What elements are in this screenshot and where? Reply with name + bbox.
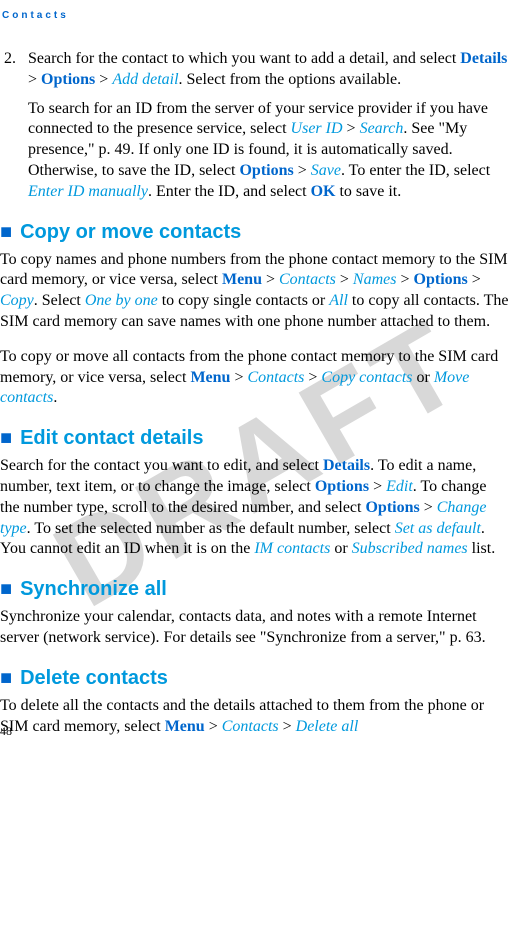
details-label: Details <box>323 457 370 474</box>
options-label: Options <box>365 499 419 516</box>
enterid-label: Enter ID manually <box>28 183 148 200</box>
section-marker-icon: ■ <box>0 667 12 689</box>
search-label: Search <box>360 120 404 137</box>
copycontacts-label: Copy contacts <box>321 369 412 386</box>
contacts-label: Contacts <box>247 369 304 386</box>
all-label: All <box>329 292 348 309</box>
gt: > <box>95 71 112 88</box>
page-content: Contacts 2.Search for the contact to whi… <box>0 0 519 747</box>
userid-label: User ID <box>291 120 343 137</box>
gt: > <box>28 71 41 88</box>
options-label: Options <box>239 162 293 179</box>
page-number: 48 <box>0 724 12 739</box>
section-copy-move-heading: ■ Copy or move contacts <box>0 221 509 244</box>
section-sync-heading: ■ Synchronize all <box>0 578 509 601</box>
sec1-para2: To copy or move all contacts from the ph… <box>0 347 509 409</box>
step-2: 2.Search for the contact to which you wa… <box>0 49 509 203</box>
section-marker-icon: ■ <box>0 578 12 600</box>
section-marker-icon: ■ <box>0 221 12 243</box>
section-delete-heading: ■ Delete contacts <box>0 667 509 690</box>
sec4-para1: To delete all the contacts and the detai… <box>0 696 509 738</box>
ok-label: OK <box>311 183 336 200</box>
gt: > <box>343 120 360 137</box>
step-number: 2. <box>4 49 28 70</box>
copy-label: Copy <box>0 292 34 309</box>
step2-text-a: Search for the contact to which you want… <box>28 50 460 67</box>
imcontacts-label: IM contacts <box>254 540 330 557</box>
section-title: Synchronize all <box>20 578 167 600</box>
step2-p2-c: . To enter the ID, select <box>341 162 490 179</box>
add-detail-label: Add detail <box>112 71 178 88</box>
sec1-para1: To copy names and phone numbers from the… <box>0 250 509 333</box>
contacts-label: Contacts <box>279 271 336 288</box>
contacts-label: Contacts <box>222 718 279 735</box>
details-label: Details <box>460 50 507 67</box>
gt: > <box>294 162 311 179</box>
names-label: Names <box>353 271 397 288</box>
step2-p2-e: to save it. <box>335 183 401 200</box>
save-label: Save <box>311 162 341 179</box>
deleteall-label: Delete all <box>296 718 359 735</box>
menu-label: Menu <box>190 369 230 386</box>
setdefault-label: Set as default <box>395 520 481 537</box>
menu-label: Menu <box>222 271 262 288</box>
menu-label: Menu <box>165 718 205 735</box>
sec2-para1: Search for the contact you want to edit,… <box>0 456 509 560</box>
options-label: Options <box>414 271 468 288</box>
section-edit-heading: ■ Edit contact details <box>0 427 509 450</box>
section-title: Delete contacts <box>20 667 168 689</box>
section-title: Edit contact details <box>20 427 203 449</box>
options-label: Options <box>41 71 95 88</box>
onebyone-label: One by one <box>85 292 158 309</box>
subscribed-label: Subscribed names <box>352 540 468 557</box>
section-marker-icon: ■ <box>0 427 12 449</box>
section-title: Copy or move contacts <box>20 221 241 243</box>
options-label: Options <box>315 478 369 495</box>
step2-p2-d: . Enter the ID, and select <box>148 183 311 200</box>
step2-text-b: . Select from the options available. <box>179 71 402 88</box>
page-header: Contacts <box>0 10 509 21</box>
sec3-para1: Synchronize your calendar, contacts data… <box>0 607 509 649</box>
edit-label: Edit <box>386 478 413 495</box>
